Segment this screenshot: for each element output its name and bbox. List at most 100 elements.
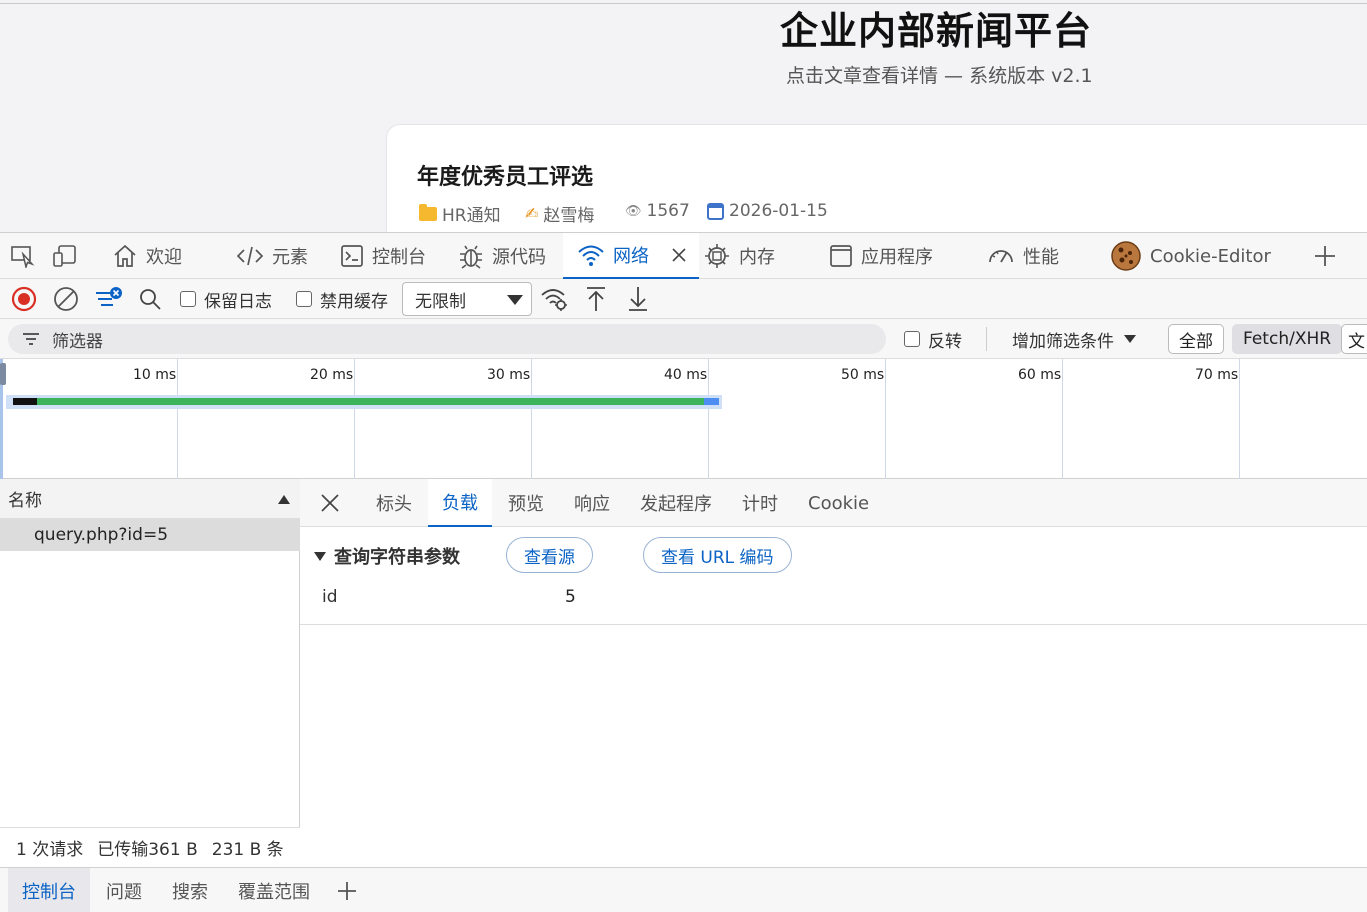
- filter-input[interactable]: 筛选器: [8, 324, 886, 354]
- tab-preview[interactable]: 预览: [508, 479, 544, 527]
- timeline-ttfb-segment: [37, 398, 704, 405]
- tab-performance[interactable]: 性能: [987, 233, 1059, 279]
- request-row[interactable]: query.php?id=5: [0, 519, 300, 551]
- request-status-bar: 1 次请求 已传输361 B 231 B 条: [0, 827, 300, 867]
- more-filters-dropdown[interactable]: 增加筛选条件: [1012, 319, 1136, 359]
- tab-welcome-label: 欢迎: [146, 247, 182, 268]
- filter-doc-button[interactable]: 文: [1341, 324, 1367, 354]
- tab-elements[interactable]: 元素: [236, 233, 308, 279]
- network-conditions-button[interactable]: [540, 279, 570, 319]
- disable-cache-check[interactable]: [296, 291, 312, 307]
- timeline-gridline: [1239, 359, 1240, 479]
- filter-divider: [986, 327, 987, 351]
- drawer-add-tab-button[interactable]: [336, 868, 358, 912]
- filter-placeholder: 筛选器: [52, 331, 103, 352]
- request-count: 1 次请求: [16, 840, 84, 860]
- export-har-button[interactable]: [626, 279, 650, 319]
- plus-icon: [338, 882, 356, 900]
- record-icon: [11, 286, 37, 312]
- timeline-gridline: [1062, 359, 1063, 479]
- folder-icon: [419, 203, 437, 221]
- clear-icon: [54, 287, 78, 311]
- view-url-encoded-button[interactable]: 查看 URL 编码: [643, 537, 792, 573]
- add-tab-button[interactable]: [1313, 233, 1337, 279]
- tab-timing[interactable]: 计时: [742, 479, 778, 527]
- name-column-header[interactable]: 名称: [0, 479, 300, 519]
- filter-fetch-xhr-button[interactable]: Fetch/XHR: [1232, 324, 1343, 354]
- tab-initiator[interactable]: 发起程序: [640, 479, 712, 527]
- device-toolbar-button[interactable]: [52, 233, 78, 279]
- tab-network-label: 网络: [613, 246, 649, 267]
- writing-hand-icon: ✍: [525, 204, 539, 223]
- page-top-border: [0, 3, 1367, 4]
- article-category: HR通知: [419, 201, 501, 226]
- network-timeline-overview[interactable]: 10 ms 20 ms 30 ms 40 ms 50 ms 60 ms 70 m…: [0, 359, 1367, 479]
- close-icon[interactable]: [318, 491, 342, 515]
- close-tab-icon[interactable]: [669, 245, 689, 265]
- tab-payload[interactable]: 负载: [428, 479, 492, 527]
- filter-toggle-button[interactable]: [94, 279, 124, 319]
- filter-clear-icon: [96, 287, 122, 306]
- disable-cache-checkbox[interactable]: 禁用缓存: [296, 279, 388, 319]
- request-detail-panel: 标头 负载 预览 响应 发起程序 计时 Cookie 查询字符串参数 查看源 查…: [300, 479, 1367, 867]
- bug-icon: [460, 245, 482, 269]
- article-views-label: 1567: [646, 201, 690, 221]
- tab-application-label: 应用程序: [861, 247, 933, 268]
- timeline-gridline: [177, 359, 178, 479]
- timeline-drag-handle[interactable]: [0, 363, 6, 385]
- throttling-value: 无限制: [415, 291, 466, 312]
- sort-ascending-icon: [278, 495, 290, 504]
- device-emulation-icon: [53, 245, 76, 267]
- timeline-tick-label: 60 ms: [1018, 367, 1062, 383]
- tab-cookie-editor[interactable]: Cookie-Editor: [1110, 233, 1271, 279]
- tab-sources[interactable]: 源代码: [458, 233, 546, 279]
- chevron-down-icon: [507, 295, 523, 305]
- article-title[interactable]: 年度优秀员工评选: [417, 159, 593, 191]
- tab-console-label: 控制台: [372, 247, 426, 268]
- clear-button[interactable]: [52, 279, 80, 319]
- preserve-log-check[interactable]: [180, 291, 196, 307]
- tab-memory-label: 内存: [739, 247, 775, 268]
- record-button[interactable]: [10, 279, 38, 319]
- gauge-icon: [989, 250, 1013, 263]
- query-string-header[interactable]: 查询字符串参数: [314, 543, 460, 569]
- param-value: 5: [565, 587, 576, 607]
- import-har-button[interactable]: [584, 279, 608, 319]
- tab-welcome[interactable]: 欢迎: [112, 233, 182, 279]
- request-list: 名称 query.php?id=5: [0, 479, 300, 867]
- article-date: 2026-01-15: [707, 201, 828, 221]
- timeline-tick-label: 20 ms: [310, 367, 354, 383]
- invert-checkbox[interactable]: 反转: [904, 319, 962, 359]
- drawer-tab-issues[interactable]: 问题: [106, 868, 142, 912]
- query-string-title: 查询字符串参数: [334, 547, 460, 568]
- tab-application[interactable]: 应用程序: [829, 233, 933, 279]
- tab-elements-label: 元素: [272, 247, 308, 268]
- inspect-cursor-icon: [11, 246, 35, 268]
- timeline-tick-label: 70 ms: [1195, 367, 1239, 383]
- timeline-gridline: [531, 359, 532, 479]
- article-author-label: 赵雪梅: [543, 206, 595, 226]
- filter-all-button[interactable]: 全部: [1168, 324, 1224, 354]
- preserve-log-checkbox[interactable]: 保留日志: [180, 279, 272, 319]
- tab-memory[interactable]: 内存: [703, 233, 775, 279]
- tab-cookie-editor-label: Cookie-Editor: [1150, 245, 1271, 267]
- tab-console[interactable]: 控制台: [340, 233, 426, 279]
- timeline-gridline: [708, 359, 709, 479]
- throttling-select[interactable]: 无限制: [402, 282, 532, 316]
- tab-response[interactable]: 响应: [574, 479, 610, 527]
- more-filters-label: 增加筛选条件: [1012, 331, 1114, 352]
- drawer-tab-console[interactable]: 控制台: [8, 868, 90, 912]
- tab-cookies[interactable]: Cookie: [808, 479, 869, 527]
- view-source-button[interactable]: 查看源: [506, 537, 593, 573]
- invert-check[interactable]: [904, 331, 920, 347]
- drawer-tab-coverage[interactable]: 覆盖范围: [238, 868, 310, 912]
- article-date-label: 2026-01-15: [729, 201, 828, 221]
- search-button[interactable]: [138, 279, 162, 319]
- download-icon: [629, 287, 647, 311]
- inspect-element-button[interactable]: [10, 233, 36, 279]
- tab-headers[interactable]: 标头: [376, 479, 412, 527]
- tab-network[interactable]: 网络: [563, 233, 699, 279]
- article-card[interactable]: 年度优秀员工评选 HR通知 ✍ 赵雪梅 👁 1567 2026-01-15: [386, 124, 1367, 232]
- devtools-tab-strip: 欢迎 元素 控制台 源代码 网络 内存 应用程序 性能 Cookie-Edito…: [0, 233, 1367, 279]
- drawer-tab-search[interactable]: 搜索: [172, 868, 208, 912]
